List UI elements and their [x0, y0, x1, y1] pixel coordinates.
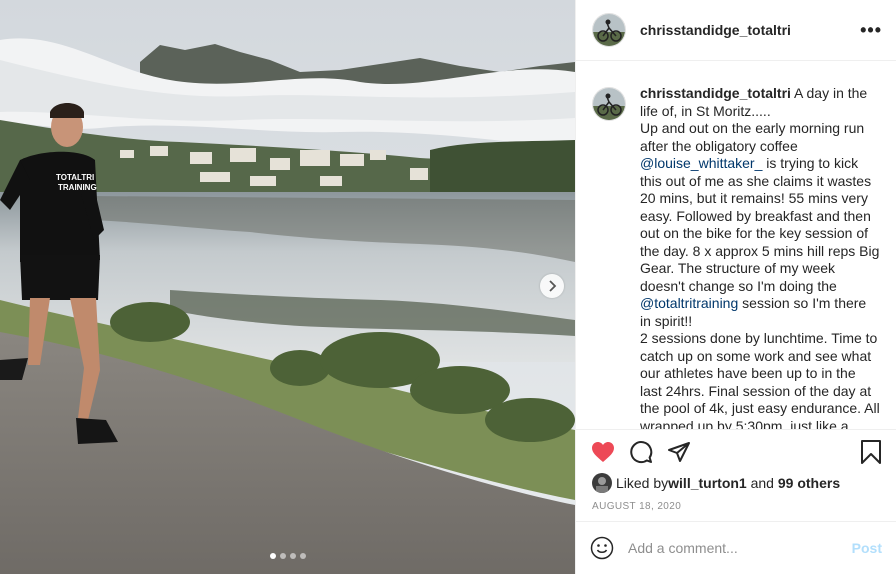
caption-text: chrisstandidge_totaltri A day in the lif… [640, 85, 880, 429]
avatar[interactable] [592, 87, 626, 121]
carousel-dot [299, 553, 306, 559]
smiley-icon[interactable] [590, 536, 614, 560]
bookmark-icon [861, 440, 881, 464]
post-actions: Liked by will_turton1 and 99 others AUGU… [576, 429, 896, 512]
caption-username[interactable]: chrisstandidge_totaltri [640, 85, 791, 101]
post-comment-button[interactable]: Post [852, 540, 882, 556]
header-username[interactable]: chrisstandidge_totaltri [640, 22, 860, 38]
instagram-post-view: TOTALTRI TRAINING chrisstandidge_totaltr… [0, 0, 896, 574]
carousel-dot [289, 553, 296, 559]
carousel-indicator [0, 553, 575, 559]
post-header: chrisstandidge_totaltri ••• [576, 0, 896, 61]
liked-by-label: Liked by [616, 475, 669, 491]
shirt-text-line2: TRAINING [58, 183, 97, 192]
action-icons-row [576, 430, 896, 474]
carousel-dot [269, 553, 276, 559]
avatar-image [593, 88, 625, 120]
likes-summary: Liked by will_turton1 and 99 others [576, 473, 896, 493]
carousel-next-button[interactable] [540, 274, 564, 298]
liker-username-link[interactable]: will_turton1 [668, 475, 747, 491]
likes-others-link[interactable]: 99 others [778, 475, 840, 491]
liked-and-label: and [746, 475, 778, 491]
carousel-dot [279, 553, 286, 559]
caption-paragraph: 2 sessions done by lunchtime. Time to ca… [640, 330, 880, 429]
caption-paragraph: Up and out on the early morning run afte… [640, 120, 865, 154]
avatar-image [592, 473, 612, 493]
share-button[interactable] [666, 439, 692, 465]
post-date[interactable]: AUGUST 18, 2020 [576, 492, 896, 512]
comment-button[interactable] [628, 439, 654, 465]
comment-box: Post [576, 521, 896, 574]
caption-scroll-area[interactable]: chrisstandidge_totaltri A day in the lif… [576, 61, 896, 429]
post-photo[interactable]: TOTALTRI TRAINING [0, 0, 575, 574]
post-details-panel: chrisstandidge_totaltri ••• chrisstandid… [575, 0, 896, 574]
liker-avatar[interactable] [592, 473, 612, 493]
avatar[interactable] [592, 13, 626, 47]
mention-link[interactable]: @totaltritraining [640, 295, 738, 311]
avatar-image [593, 14, 625, 46]
like-button[interactable] [590, 439, 616, 465]
chevron-right-icon [549, 280, 557, 292]
comment-input[interactable] [626, 539, 852, 557]
save-button[interactable] [858, 439, 884, 465]
caption-paragraph: is trying to kick this out of me as she … [640, 155, 880, 294]
heart-icon [592, 442, 614, 462]
shirt-text-line1: TOTALTRI [56, 173, 94, 182]
mention-link[interactable]: @louise_whittaker_ [640, 155, 762, 171]
more-options-button[interactable]: ••• [860, 20, 882, 41]
comment-icon [630, 441, 653, 464]
caption: chrisstandidge_totaltri A day in the lif… [576, 61, 896, 429]
paper-plane-icon [668, 442, 690, 462]
lake-run-scene: TOTALTRI TRAINING [0, 0, 575, 574]
